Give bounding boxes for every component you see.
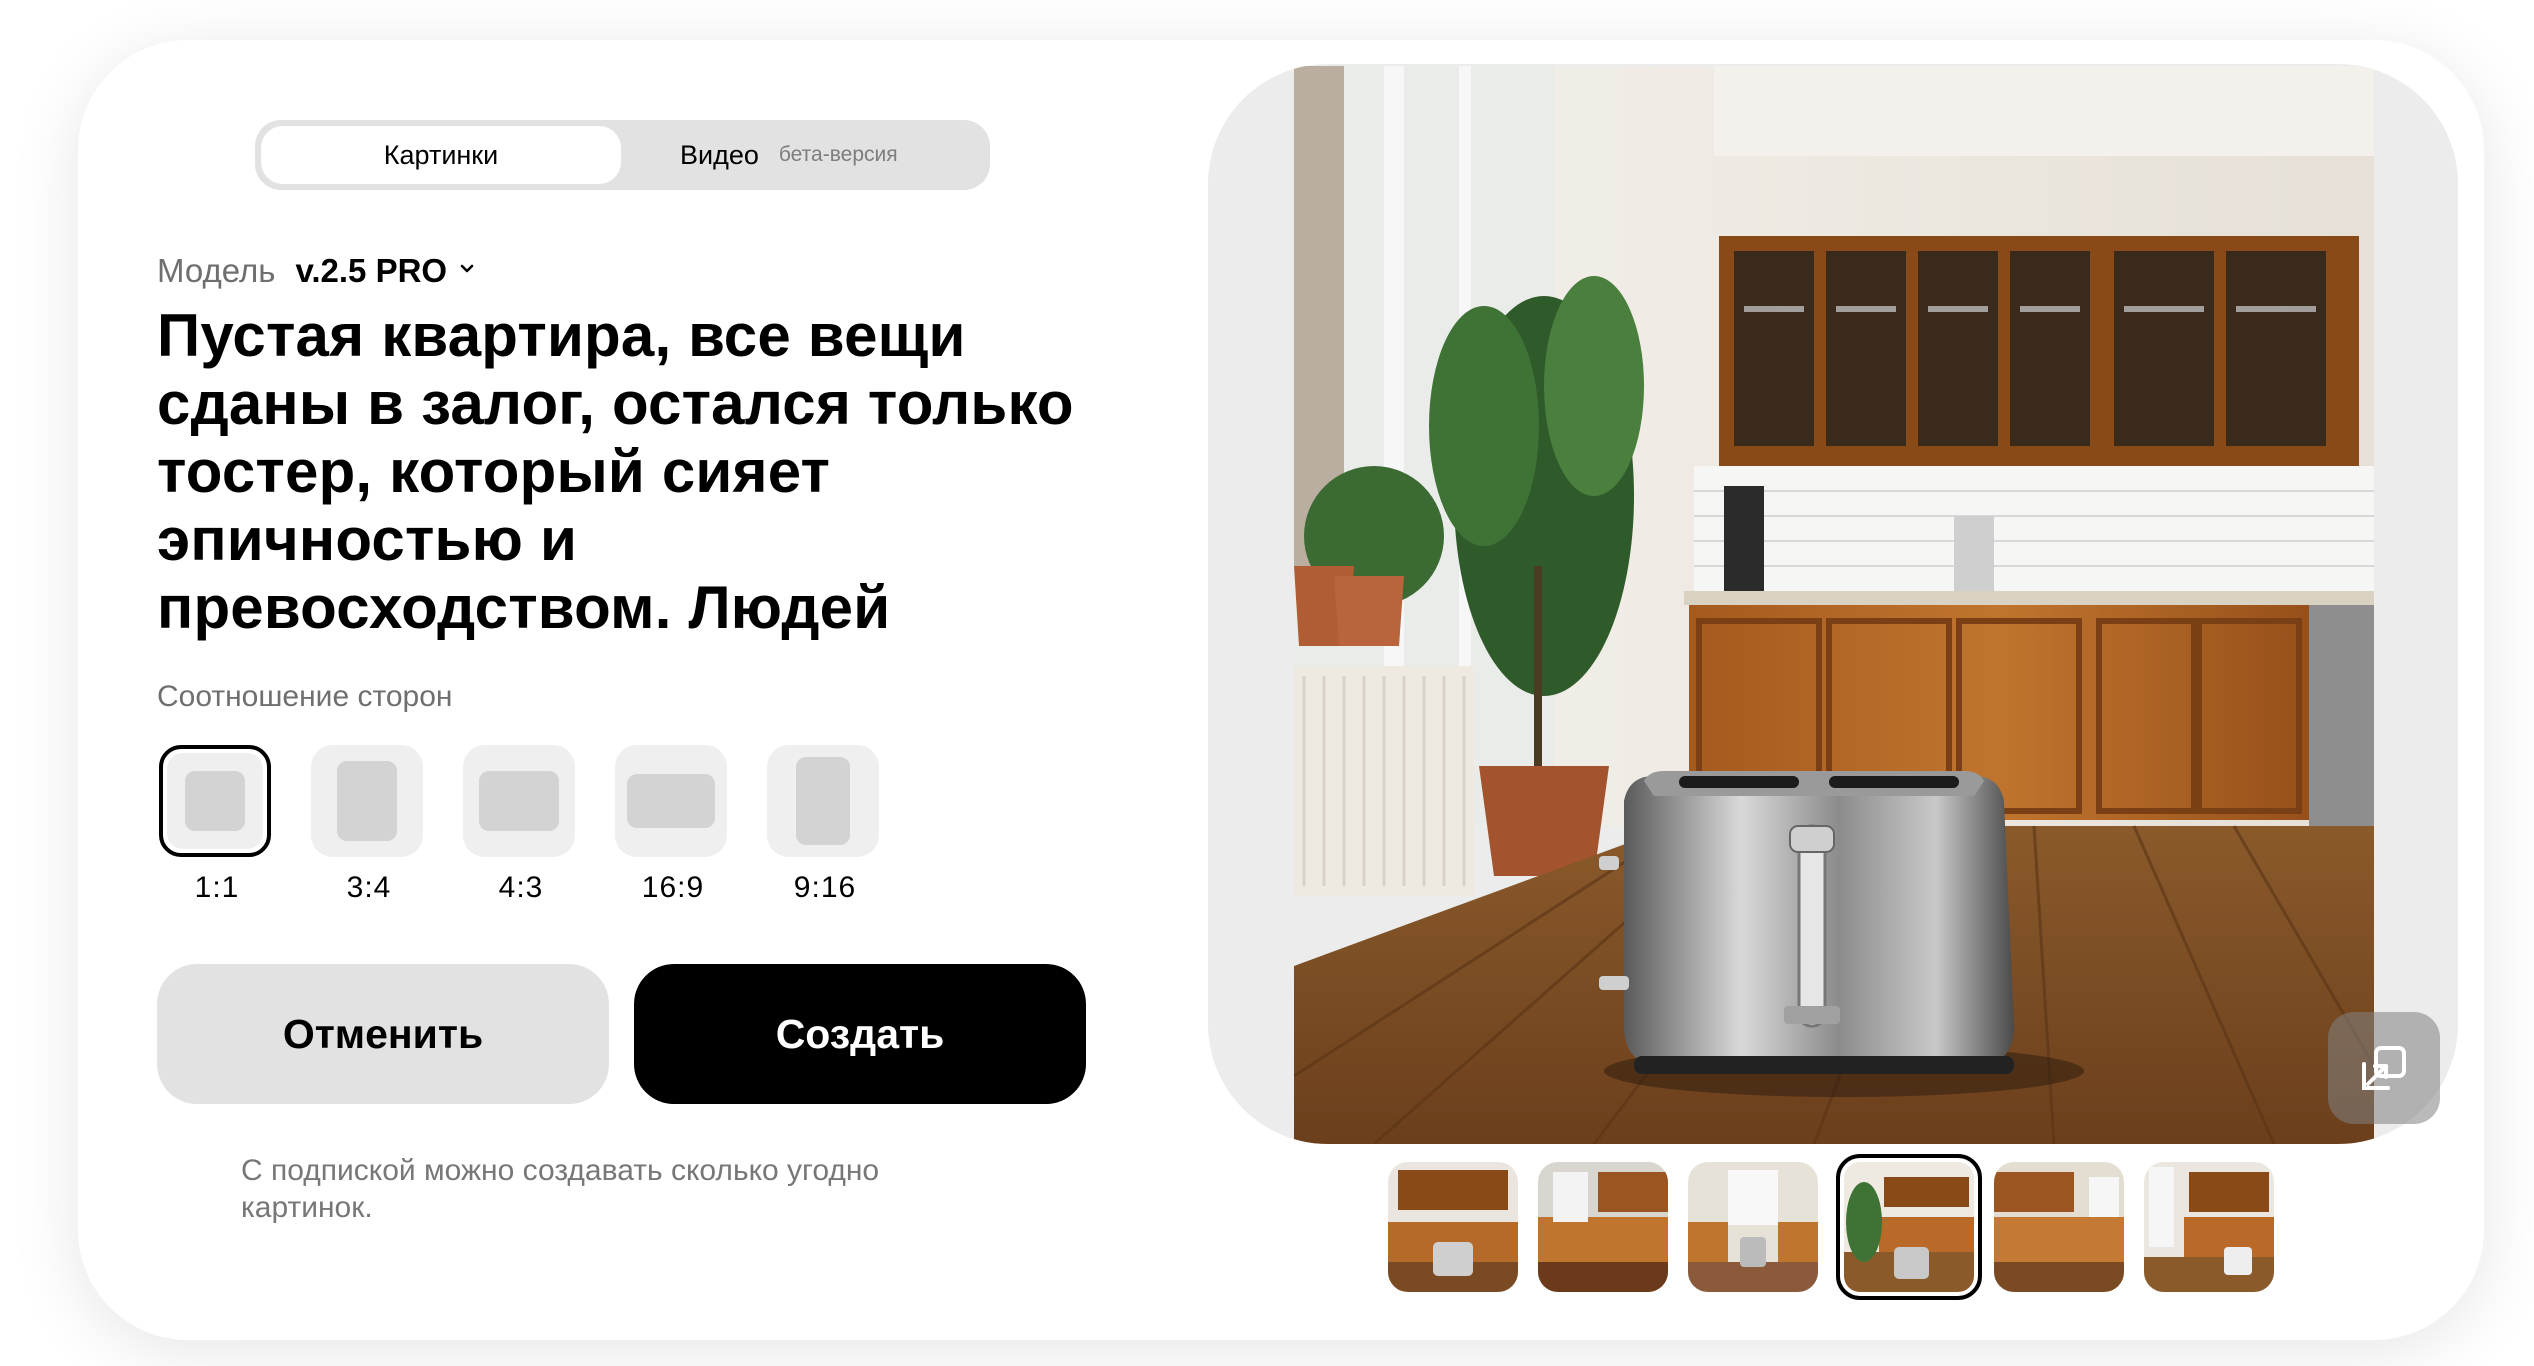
mode-toggle: Картинки Видео бета-версия	[255, 120, 990, 190]
expand-icon	[2362, 1046, 2406, 1090]
ratio-4-3-icon	[479, 771, 559, 831]
model-row: Модель v.2.5 PRO	[157, 252, 475, 290]
ratio-caption: 4:3	[498, 871, 544, 904]
preview-frame	[1208, 64, 2458, 1144]
ratio-1-1-icon	[185, 771, 245, 831]
thumbnail-4-selected[interactable]	[1836, 1154, 1982, 1300]
thumbnail-image	[1388, 1162, 1518, 1292]
thumbnail-2[interactable]	[1538, 1162, 1668, 1292]
ratio-option-16-9[interactable]: 16:9	[615, 745, 731, 905]
model-label: Модель	[157, 252, 276, 289]
ratio-box	[767, 745, 879, 857]
tab-video-label: Видео	[680, 139, 759, 170]
aspect-ratio-label: Соотношение сторон	[157, 680, 453, 713]
chevron-down-icon	[460, 264, 474, 273]
thumbnail-image	[1994, 1162, 2124, 1292]
model-selector[interactable]: v.2.5 PRO	[295, 252, 475, 290]
tab-video[interactable]: Видео бета-версия	[625, 126, 985, 184]
thumbnail-5[interactable]	[1994, 1162, 2124, 1292]
ratio-box	[615, 745, 727, 857]
expand-button[interactable]	[2328, 1012, 2440, 1124]
ratio-box	[159, 745, 271, 857]
tab-images-label: Картинки	[383, 139, 499, 170]
thumbnail-6[interactable]	[2144, 1162, 2274, 1292]
ratio-option-3-4[interactable]: 3:4	[311, 745, 427, 905]
ratio-option-9-16[interactable]: 9:16	[767, 745, 883, 905]
thumbnail-image	[1538, 1162, 1668, 1292]
ratio-caption: 1:1	[194, 871, 240, 904]
tab-images[interactable]: Картинки	[261, 126, 621, 184]
ratio-3-4-icon	[337, 761, 397, 841]
ratio-option-1-1[interactable]: 1:1	[159, 745, 275, 905]
prompt-text[interactable]: Пустая квартира, все вещи сданы в залог,…	[157, 302, 1077, 642]
thumbnail-image	[1844, 1162, 1974, 1292]
beta-badge: бета-версия	[778, 143, 898, 166]
generated-image[interactable]	[1294, 66, 2374, 1144]
thumbnail-3[interactable]	[1688, 1162, 1818, 1292]
model-value: v.2.5 PRO	[295, 252, 448, 289]
ratio-caption: 16:9	[641, 871, 705, 904]
ratio-9-16-icon	[796, 757, 850, 845]
thumbnail-image	[2144, 1162, 2274, 1292]
ratio-caption: 3:4	[346, 871, 392, 904]
subscription-note: С подпиской можно создавать сколько угод…	[241, 1154, 880, 1224]
create-button[interactable]: Создать	[634, 964, 1086, 1104]
thumbnail-1[interactable]	[1388, 1162, 1518, 1292]
ratio-box	[463, 745, 575, 857]
ratio-option-4-3[interactable]: 4:3	[463, 745, 579, 905]
thumbnail-strip	[1388, 1154, 2294, 1300]
thumbnail-image	[1688, 1162, 1818, 1292]
kitchen-toaster-image	[1294, 66, 2374, 1144]
ratio-box	[311, 745, 423, 857]
ratio-caption: 9:16	[793, 871, 857, 904]
cancel-button[interactable]: Отменить	[157, 964, 609, 1104]
ratio-16-9-icon	[627, 774, 715, 828]
